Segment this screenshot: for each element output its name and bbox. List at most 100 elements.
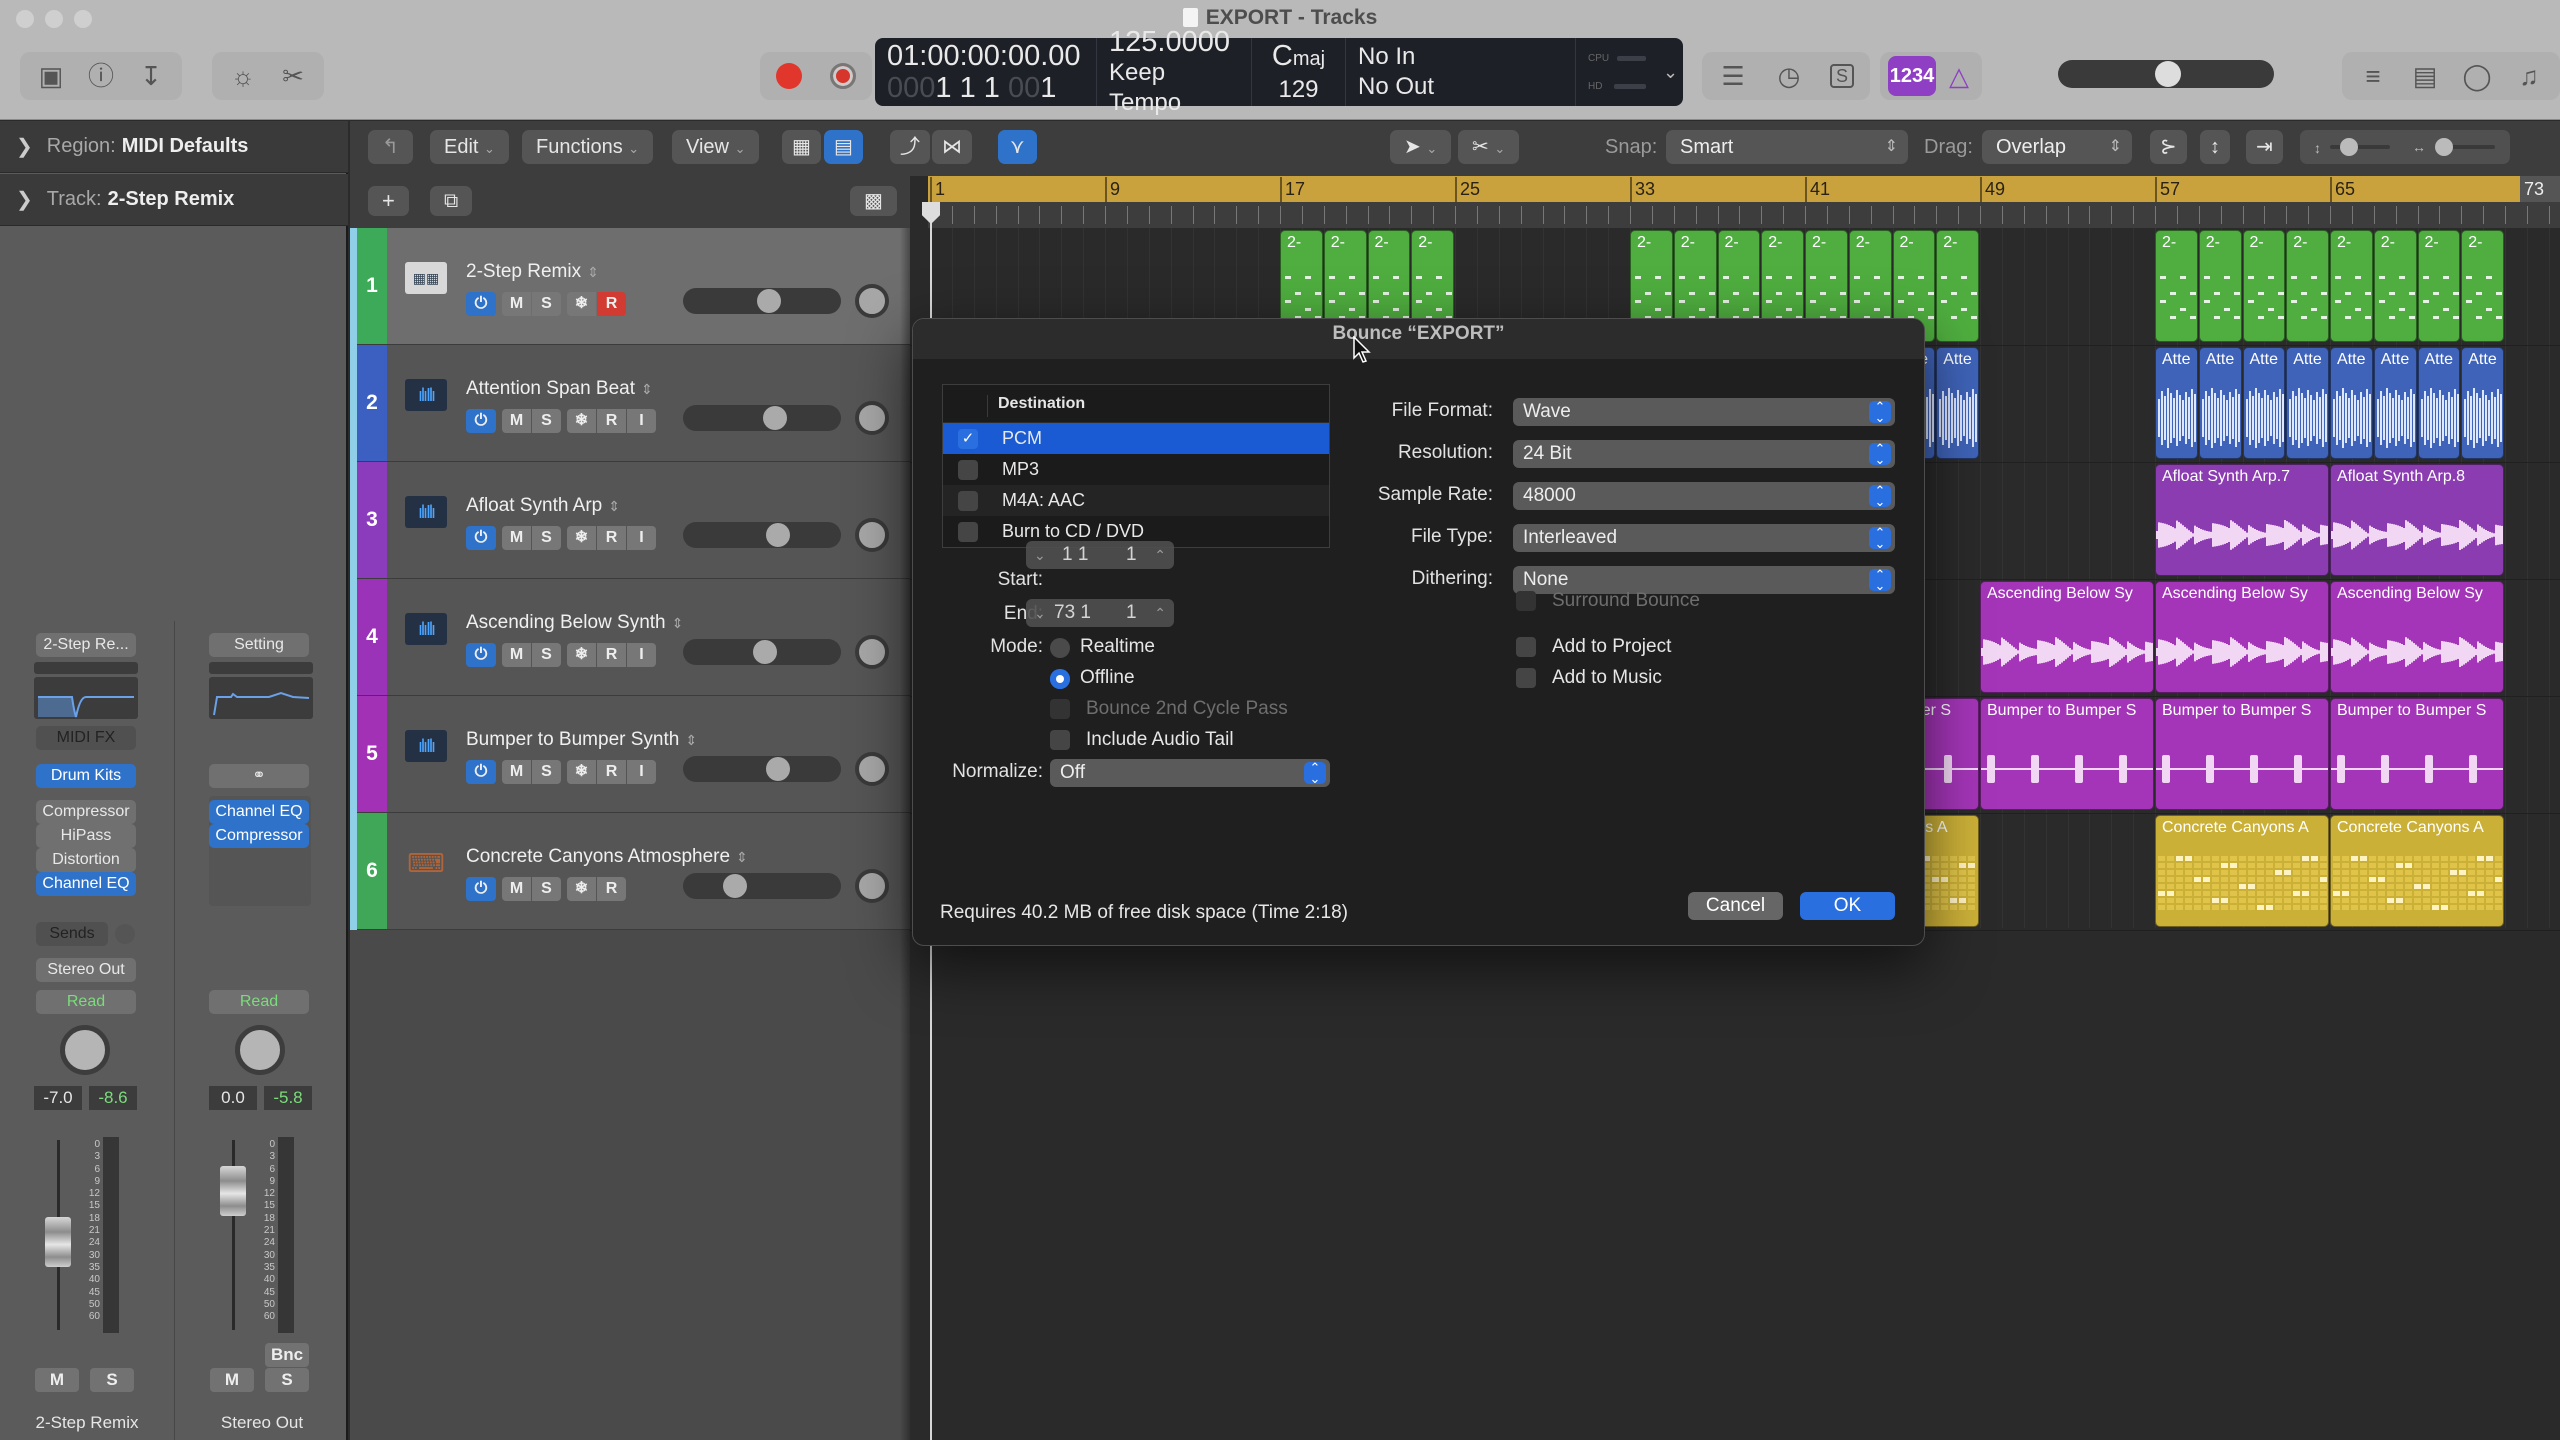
region[interactable]: Bumper to Bumper S bbox=[2330, 698, 2504, 810]
automation-mode[interactable]: Read bbox=[36, 990, 136, 1014]
view-menu[interactable]: View ⌄ bbox=[672, 130, 760, 164]
track-header[interactable]: 6 ⌨ Concrete Canyons Atmosphere ⇕ ⏻ MS ❄ R bbox=[350, 813, 910, 930]
track-volume-slider[interactable] bbox=[683, 405, 841, 431]
cancel-button[interactable]: Cancel bbox=[1688, 892, 1783, 920]
region[interactable]: Atte bbox=[2155, 347, 2198, 459]
add-track-button[interactable]: + bbox=[368, 186, 409, 216]
record-button[interactable] bbox=[776, 63, 802, 89]
track-volume-slider[interactable] bbox=[683, 873, 841, 899]
region[interactable]: Atte bbox=[2242, 347, 2286, 459]
duplicate-track-icon[interactable]: ⧉ bbox=[430, 186, 473, 216]
region[interactable]: 2- bbox=[1936, 230, 1979, 342]
waveform-zoom-icon[interactable]: ⊱ bbox=[2150, 130, 2187, 164]
mode-offline-label[interactable]: Offline bbox=[1080, 667, 1135, 689]
track-header[interactable]: 1 ▦▦ 2-Step Remix ⇕ ⏻ MS ❄ R bbox=[350, 228, 910, 345]
track-pan-knob[interactable] bbox=[855, 284, 889, 318]
automation-icon[interactable]: ⤴ bbox=[890, 130, 930, 164]
scissors-icon[interactable]: ✂ bbox=[278, 61, 308, 91]
plugin-slot-channel-eq[interactable]: Channel EQ bbox=[36, 872, 136, 896]
solo-button[interactable]: S bbox=[90, 1368, 134, 1392]
field-select[interactable]: Wave ⌃ ⌄ bbox=[1513, 398, 1895, 426]
track-name-label[interactable]: Ascending Below Synth bbox=[466, 612, 666, 633]
solo-button[interactable]: S bbox=[532, 292, 561, 316]
region[interactable]: Afloat Synth Arp.7 bbox=[2155, 464, 2329, 576]
updown-icon[interactable]: ⇕ bbox=[587, 264, 599, 280]
output-slot[interactable]: Stereo Out bbox=[36, 958, 136, 982]
record-enable-button[interactable]: R bbox=[597, 292, 626, 316]
increment-icon[interactable]: ⌃ bbox=[1154, 541, 1166, 569]
input-monitor-button[interactable]: I bbox=[627, 760, 656, 784]
pan-knob[interactable] bbox=[235, 1025, 285, 1075]
input-monitor-button[interactable]: I bbox=[627, 409, 656, 433]
region[interactable]: Ascending Below Sy bbox=[2155, 581, 2329, 693]
region[interactable]: Ascending Below Sy bbox=[1980, 581, 2154, 693]
freeze-button[interactable]: ❄ bbox=[567, 760, 596, 784]
setting-button[interactable]: 2-Step Re... bbox=[36, 633, 136, 657]
track-name-label[interactable]: 2-Step Remix bbox=[466, 261, 581, 282]
mode-realtime-label[interactable]: Realtime bbox=[1080, 636, 1155, 658]
end-position-field[interactable]: ⌄ 73 1 1 ⌃ bbox=[1026, 599, 1174, 627]
track-volume-knob[interactable] bbox=[766, 523, 791, 547]
instrument-slot[interactable]: Drum Kits bbox=[36, 764, 136, 788]
include-audio-tail-label[interactable]: Include Audio Tail bbox=[1086, 729, 1234, 751]
master-volume-knob[interactable] bbox=[2155, 61, 2181, 87]
include-audio-tail-option[interactable]: Include Audio Tail bbox=[1050, 729, 1234, 751]
track-on-off-button[interactable]: ⏻ bbox=[466, 292, 496, 316]
smart-controls-icon[interactable]: ☼ bbox=[228, 61, 258, 91]
volume-fader-cap[interactable] bbox=[45, 1217, 71, 1267]
record-enable-button[interactable]: R bbox=[597, 643, 626, 667]
mute-button[interactable]: M bbox=[502, 877, 531, 901]
track-inspector-header[interactable]: ❯ Track: 2-Step Remix bbox=[0, 174, 348, 226]
destination-checkbox[interactable]: ✓ bbox=[958, 428, 978, 449]
region[interactable]: 2- bbox=[2417, 230, 2461, 342]
region[interactable]: Atte bbox=[1936, 347, 1979, 459]
region[interactable]: 2- bbox=[2373, 230, 2417, 342]
record-enable-button[interactable]: R bbox=[597, 409, 626, 433]
field-select[interactable]: 24 Bit ⌃ ⌄ bbox=[1513, 440, 1895, 468]
media-browser-icon[interactable]: ♫ bbox=[2514, 61, 2544, 91]
volume-readout[interactable]: 0.0 bbox=[209, 1086, 257, 1110]
catch-up-icon[interactable]: ↰ bbox=[368, 130, 413, 164]
loop-browser-icon[interactable]: ◯ bbox=[2462, 61, 2492, 91]
solo-button[interactable]: S bbox=[532, 643, 561, 667]
capture-record-button[interactable] bbox=[830, 63, 856, 89]
track-on-off-button[interactable]: ⏻ bbox=[466, 526, 496, 550]
decrement-icon[interactable]: ⌄ bbox=[1034, 599, 1046, 627]
master-volume-slider[interactable] bbox=[2058, 60, 2274, 88]
list-editors-icon[interactable]: ≡ bbox=[2358, 61, 2388, 91]
mute-button[interactable]: M bbox=[502, 409, 531, 433]
mute-button[interactable]: M bbox=[210, 1368, 254, 1392]
ok-button[interactable]: OK bbox=[1800, 892, 1895, 920]
region[interactable]: Atte bbox=[2461, 347, 2504, 459]
scissors-tool-icon[interactable]: ✂ ⌄ bbox=[1458, 130, 1520, 164]
flex-icon[interactable]: ⋈ bbox=[932, 130, 972, 164]
region[interactable]: Atte bbox=[2417, 347, 2461, 459]
library-icon[interactable]: ▣ bbox=[36, 61, 66, 91]
record-enable-button[interactable]: R bbox=[597, 760, 626, 784]
peak-readout[interactable]: -5.8 bbox=[264, 1086, 312, 1110]
automation-mode[interactable]: Read bbox=[209, 990, 309, 1014]
region[interactable]: 2- bbox=[2330, 230, 2373, 342]
plugin-slot-distortion[interactable]: Distortion bbox=[36, 848, 136, 872]
list-view-icon[interactable]: ▤ bbox=[824, 130, 863, 164]
region[interactable]: Concrete Canyons A bbox=[2155, 815, 2329, 927]
destination-row[interactable]: ✓ PCM bbox=[943, 423, 1329, 454]
updown-icon[interactable]: ⇕ bbox=[685, 732, 697, 748]
toolbar-download-icon[interactable]: ↧ bbox=[136, 61, 166, 91]
pointer-tool-icon[interactable]: ➤ ⌄ bbox=[1390, 130, 1452, 164]
updown-icon[interactable]: ⇕ bbox=[608, 498, 620, 514]
track-header[interactable]: 3 ılıIlı Afloat Synth Arp ⇕ ⏻ MS ❄ R I bbox=[350, 462, 910, 579]
horizontal-auto-zoom-icon[interactable]: ⇥ bbox=[2246, 130, 2283, 164]
solo-button[interactable]: S bbox=[265, 1368, 309, 1392]
lcd-chevron-down-icon[interactable]: ⌄ bbox=[1658, 38, 1683, 106]
region[interactable]: Atte bbox=[2198, 347, 2242, 459]
input-monitor-button[interactable]: I bbox=[627, 526, 656, 550]
region[interactable]: 2- bbox=[2242, 230, 2286, 342]
bounce-button[interactable]: Bnc bbox=[265, 1343, 309, 1367]
snap-select[interactable]: Smart ⇕ bbox=[1666, 130, 1908, 164]
freeze-button[interactable]: ❄ bbox=[567, 409, 596, 433]
region[interactable]: Concrete Canyons A bbox=[2330, 815, 2504, 927]
track-volume-knob[interactable] bbox=[766, 757, 791, 781]
plugin-slot-compressor[interactable]: Compressor bbox=[36, 800, 136, 824]
pan-knob[interactable] bbox=[60, 1025, 110, 1075]
